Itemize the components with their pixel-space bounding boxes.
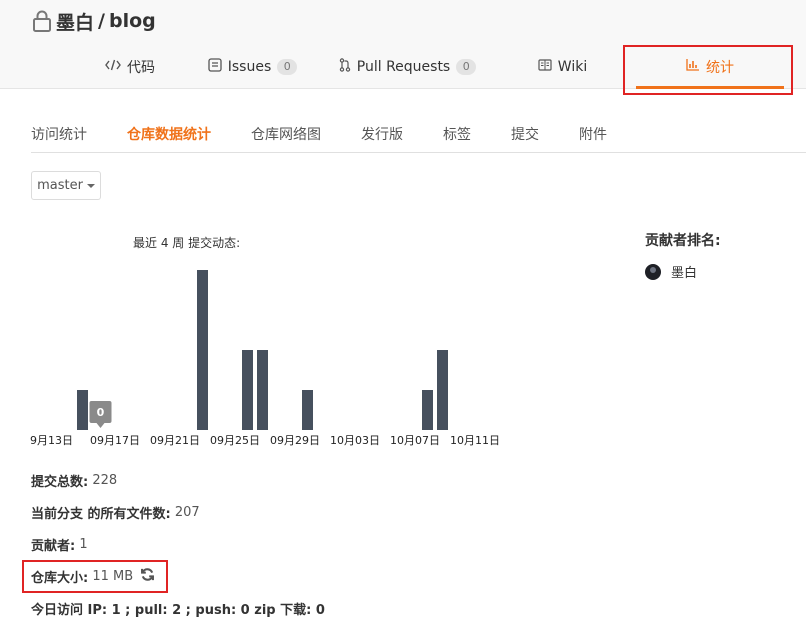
chart-bar[interactable] [302, 390, 313, 430]
contributor-item[interactable]: 墨白 [645, 262, 697, 281]
chart-bar[interactable] [242, 350, 253, 430]
tab-wiki[interactable]: Wiki [510, 50, 615, 84]
commit-activity-chart: 9月13日 09月17日 09月21日 09月25日 09月29日 10月03日 10月07… [30, 270, 500, 447]
pull-requests-count-badge: 0 [456, 59, 477, 75]
subnav-repo-data[interactable]: 仓库数据统计 [127, 124, 211, 144]
stat-today-visits-label: 今日访问 IP: 1 ; pull: 2 ; push: 0 zip 下载: 0 [31, 603, 325, 618]
chart-bar[interactable] [437, 350, 448, 430]
chevron-down-icon [86, 183, 95, 188]
x-tick-label: 09月25日 [210, 434, 260, 447]
chart-bar[interactable] [197, 270, 208, 430]
x-tick-label: 10月03日 [330, 434, 380, 447]
stat-contributors: 贡献者: 1 [31, 535, 88, 554]
stats-subnav: 访问统计 仓库数据统计 仓库网络图 发行版 标签 提交 附件 [31, 118, 806, 153]
x-tick-label: 09月21日 [150, 434, 200, 447]
contributors-title: 贡献者排名: [645, 233, 721, 249]
tab-issues-label: Issues [227, 59, 272, 75]
stat-file-count: 当前分支 的所有文件数: 207 [31, 503, 200, 522]
x-tick-label: 9月13日 [30, 434, 73, 447]
stat-today-visits: 今日访问 IP: 1 ; pull: 2 ; push: 0 zip 下载: 0 [31, 599, 325, 618]
chart-tooltip: 0 [89, 401, 112, 428]
tab-pull-requests-label: Pull Requests [356, 59, 451, 75]
repo-owner[interactable]: 墨白 [56, 8, 94, 35]
tab-wiki-label: Wiki [557, 59, 588, 75]
subnav-network[interactable]: 仓库网络图 [251, 124, 321, 144]
branch-select[interactable]: master [31, 171, 101, 200]
stat-total-commits: 提交总数: 228 [31, 471, 117, 490]
tooltip-value: 0 [97, 406, 105, 419]
subnav-releases[interactable]: 发行版 [361, 124, 403, 144]
issues-icon [208, 58, 222, 76]
stat-total-commits-label: 提交总数: [31, 475, 89, 490]
tab-issues[interactable]: Issues 0 [190, 50, 315, 84]
contributor-name: 墨白 [671, 266, 698, 281]
stat-contributors-value: 1 [79, 537, 88, 552]
subnav-attachments[interactable]: 附件 [579, 124, 607, 144]
tab-code[interactable]: 代码 [60, 50, 200, 84]
stat-file-count-value: 207 [174, 505, 200, 520]
lock-icon [32, 10, 52, 32]
repo-name[interactable]: blog [109, 10, 156, 32]
chart-bar[interactable] [422, 390, 433, 430]
stat-total-commits-value: 228 [92, 473, 118, 488]
subnav-commits[interactable]: 提交 [511, 124, 539, 144]
chart-title: 最近 4 周 提交动态: [133, 236, 241, 250]
stat-contributors-label: 贡献者: [31, 539, 76, 554]
subnav-visits[interactable]: 访问统计 [31, 124, 87, 144]
tab-code-label: 代码 [127, 60, 155, 76]
branch-label: master [37, 178, 83, 193]
pull-request-icon [339, 58, 351, 76]
issues-count-badge: 0 [277, 59, 298, 75]
chart-bar[interactable] [77, 390, 88, 430]
wiki-icon [538, 59, 552, 75]
subnav-tags[interactable]: 标签 [443, 124, 471, 144]
code-icon [105, 59, 121, 75]
chart-bar[interactable] [257, 350, 268, 430]
stats-tab-highlight [623, 45, 793, 95]
avatar [645, 263, 661, 280]
x-tick-label: 09月17日 [90, 434, 140, 447]
x-tick-label: 10月07日 [390, 434, 440, 447]
repo-separator: / [98, 10, 105, 32]
repo-size-highlight [22, 560, 168, 593]
repo-title: 墨白 / blog [32, 8, 156, 34]
tab-pull-requests[interactable]: Pull Requests 0 [335, 50, 480, 84]
x-tick-label: 09月29日 [270, 434, 320, 447]
stat-file-count-label: 当前分支 的所有文件数: [31, 507, 171, 522]
x-tick-label: 10月11日 [450, 434, 500, 447]
